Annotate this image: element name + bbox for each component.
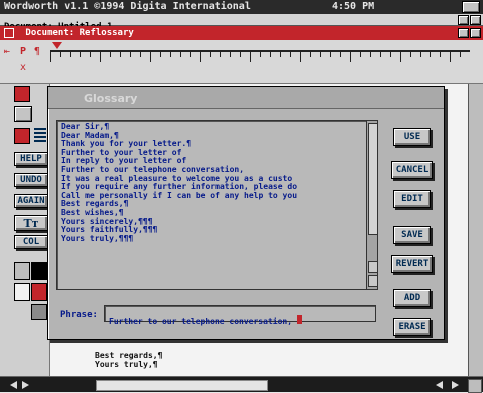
screen-title-bar: Wordworth v1.1 ©1994 Digita Internationa… xyxy=(0,0,483,14)
ruler-indent-marker[interactable] xyxy=(52,42,62,49)
scroll-left-icon[interactable] xyxy=(436,381,443,389)
scroll-up-arrow-icon[interactable] xyxy=(368,261,378,273)
doc-line: Yours truly,¶ xyxy=(95,359,158,369)
scroll-right-icon[interactable] xyxy=(452,381,459,389)
save-button[interactable]: SAVE xyxy=(393,226,431,244)
tab-stop-icon[interactable]: ⇤ xyxy=(4,46,10,57)
palette-swatch-red[interactable] xyxy=(31,283,47,301)
doc1-depth-icon[interactable] xyxy=(470,15,481,25)
document-scrollbar[interactable] xyxy=(468,84,483,376)
scroll-down-arrow-icon[interactable] xyxy=(368,275,378,287)
palette-swatch-white[interactable] xyxy=(14,283,30,301)
glossary-item[interactable]: Yours truly,¶¶¶ xyxy=(61,234,377,244)
align-left-icon[interactable] xyxy=(14,106,32,122)
paragraph-p-icon[interactable]: P xyxy=(20,46,26,57)
screen-title: Wordworth v1.1 ©1994 Digita Internationa… xyxy=(4,1,251,12)
clock: 4:50 PM xyxy=(332,1,375,12)
palette-swatch-light[interactable] xyxy=(14,262,30,280)
text-cursor xyxy=(296,315,302,324)
help-button[interactable]: HELP xyxy=(14,152,48,166)
page-prev-icon[interactable] xyxy=(10,381,17,389)
colour-swatch-red[interactable] xyxy=(14,86,30,102)
clear-tab-icon[interactable]: x xyxy=(20,62,26,73)
again-button[interactable]: AGAIN xyxy=(14,194,48,208)
phrase-label: Phrase: xyxy=(60,310,98,320)
glossary-titlebar[interactable]: Glossary xyxy=(48,87,444,109)
doc2-depth-icon[interactable] xyxy=(470,28,481,38)
paragraph-mark-icon[interactable]: ¶ xyxy=(34,46,40,57)
list-lines-icon[interactable] xyxy=(34,128,46,142)
document-2-title: Document: Reflossary xyxy=(25,28,134,38)
document-1-titlebar[interactable]: Document: Untitled 1 xyxy=(0,14,483,32)
screen-depth-gadget[interactable] xyxy=(462,1,480,13)
glossary-title: Glossary xyxy=(84,92,138,105)
ruler-major-ticks xyxy=(50,50,470,62)
revert-button[interactable]: REVERT xyxy=(391,255,433,273)
add-button[interactable]: ADD xyxy=(393,289,431,307)
palette-swatch-black[interactable] xyxy=(31,262,47,280)
phrase-input-value: Further to our telephone conversation, xyxy=(109,317,297,326)
edit-button[interactable]: EDIT xyxy=(393,190,431,208)
horizontal-scrollbar[interactable] xyxy=(96,380,268,391)
page-next-icon[interactable] xyxy=(22,381,29,389)
erase-button[interactable]: ERASE xyxy=(393,318,431,336)
undo-button[interactable]: UNDO xyxy=(14,173,48,187)
doc2-zoom-icon[interactable] xyxy=(458,28,469,38)
glossary-list[interactable]: Dear Sir,¶ Dear Madam,¶ Thank you for yo… xyxy=(56,120,378,290)
document-2-titlebar[interactable]: Document: Reflossary xyxy=(0,26,483,40)
text-style-button[interactable]: Tт xyxy=(14,215,48,231)
close-icon[interactable] xyxy=(4,27,14,38)
doc1-zoom-icon[interactable] xyxy=(458,15,469,25)
use-button[interactable]: USE xyxy=(393,128,431,146)
colour-button[interactable]: COL xyxy=(14,235,48,249)
bottom-status-bar xyxy=(0,376,483,393)
glossary-list-scrollbar[interactable] xyxy=(366,121,378,289)
palette-swatch-grey[interactable] xyxy=(31,304,47,320)
document-visible-text: Best regards,¶ Yours truly,¶ xyxy=(95,351,295,369)
phrase-input[interactable]: Further to our telephone conversation, xyxy=(104,305,376,326)
cancel-button[interactable]: CANCEL xyxy=(391,161,433,179)
size-gadget-icon[interactable] xyxy=(468,379,482,393)
ruler-bar[interactable]: ⇤ P ¶ x xyxy=(0,40,483,84)
colour-swatch-red-2[interactable] xyxy=(14,128,30,144)
scroll-knob[interactable] xyxy=(368,123,378,235)
